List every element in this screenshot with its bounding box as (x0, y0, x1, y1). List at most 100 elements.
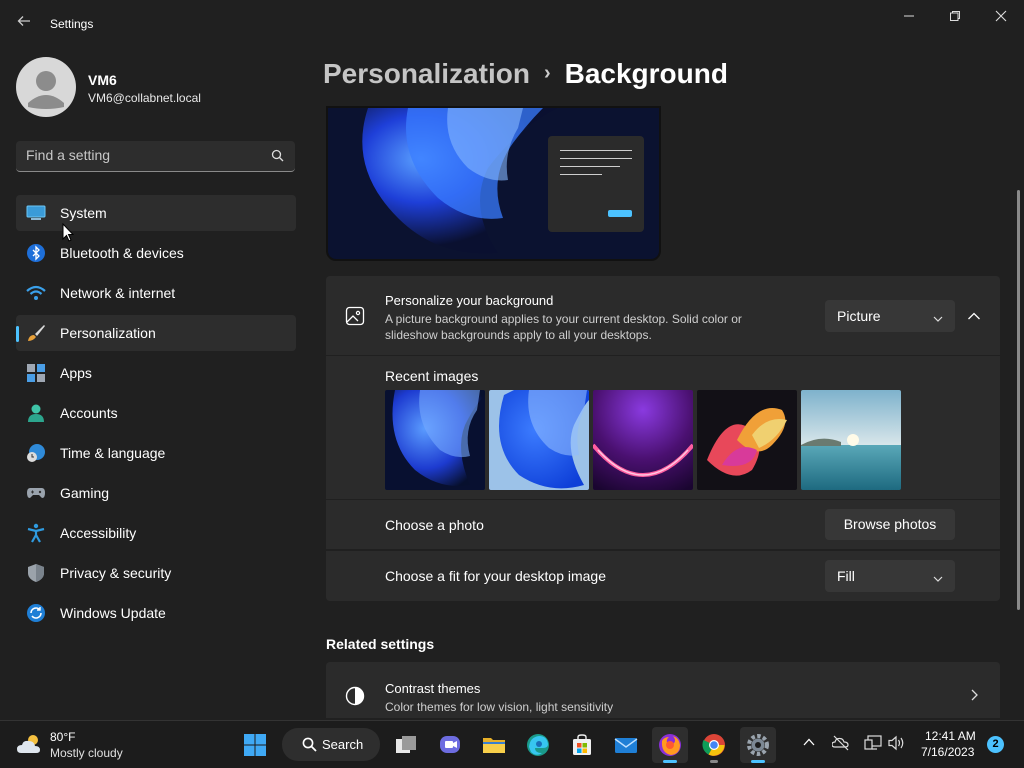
chevron-up-icon[interactable] (962, 306, 986, 326)
firefox-button[interactable] (652, 727, 688, 763)
mail-button[interactable] (608, 727, 644, 763)
sidebar-item-label: Accessibility (60, 525, 137, 541)
maximize-icon[interactable] (932, 0, 978, 32)
close-icon[interactable] (978, 0, 1024, 32)
choose-photo-row: Choose a photo Browse photos (326, 500, 1000, 549)
taskbar-search-label: Search (322, 737, 364, 752)
edge-button[interactable] (520, 727, 556, 763)
notification-badge[interactable]: 2 (987, 736, 1004, 753)
task-view-button[interactable] (388, 727, 424, 763)
weather-temperature[interactable]: 80°F (50, 730, 75, 744)
taskbar-search[interactable]: Search (282, 728, 380, 761)
onedrive-offline-icon[interactable] (831, 735, 850, 756)
card-description: Color themes for low vision, light sensi… (385, 700, 614, 714)
search-input[interactable] (26, 147, 256, 163)
folder-icon (483, 738, 505, 753)
shield-icon (26, 563, 46, 583)
sidebar-item-time-language[interactable]: Time & language (16, 435, 296, 471)
chevron-down-icon (933, 571, 943, 589)
teams-chat-icon (440, 736, 460, 753)
running-indicator (710, 760, 718, 763)
sidebar-item-accessibility[interactable]: Accessibility (16, 515, 296, 551)
profile-name: VM6 (88, 72, 117, 88)
sidebar-item-label: System (60, 205, 107, 221)
dropdown-value: Picture (837, 308, 881, 324)
window-title: Settings (50, 17, 94, 31)
sidebar-item-bluetooth[interactable]: Bluetooth & devices (16, 235, 296, 271)
microsoft-store-button[interactable] (564, 727, 600, 763)
sidebar-item-personalization[interactable]: Personalization (16, 315, 296, 351)
settings-app-button[interactable] (740, 727, 776, 763)
sidebar-item-label: Personalization (60, 325, 156, 341)
teams-chat-button[interactable] (432, 727, 468, 763)
profile-email: VM6@collabnet.local (88, 91, 201, 105)
minimize-icon[interactable] (886, 0, 932, 32)
personalize-background-card[interactable]: Personalize your background A picture ba… (326, 276, 1000, 355)
breadcrumb-separator: › (543, 62, 551, 84)
network-icon[interactable] (864, 735, 882, 756)
chrome-button[interactable] (696, 727, 732, 763)
sidebar-item-system[interactable]: System (16, 195, 296, 231)
wifi-icon (26, 283, 46, 303)
picture-icon (345, 306, 365, 331)
recent-image-thumbnail[interactable] (489, 390, 589, 490)
recent-image-thumbnail[interactable] (385, 390, 485, 490)
recent-image-thumbnail[interactable] (801, 390, 901, 490)
contrast-icon (345, 686, 365, 711)
scrollbar[interactable] (1017, 190, 1020, 610)
breadcrumb: Personalization › Background (323, 58, 728, 90)
search-icon[interactable] (271, 149, 284, 167)
sidebar-item-apps[interactable]: Apps (16, 355, 296, 391)
taskbar-clock-time[interactable]: 12:41 AM (925, 729, 976, 743)
chevron-down-icon (933, 311, 943, 329)
related-settings-heading: Related settings (326, 636, 435, 652)
cloud-icon[interactable] (16, 732, 44, 761)
card-description: A picture background applies to your cur… (385, 312, 742, 342)
store-icon (573, 734, 591, 755)
recent-image-thumbnail[interactable] (697, 390, 797, 490)
task-view-icon (396, 736, 416, 753)
firefox-icon (659, 734, 681, 756)
avatar[interactable] (16, 57, 76, 117)
accessibility-icon (26, 523, 46, 543)
sidebar-item-accounts[interactable]: Accounts (16, 395, 296, 431)
recent-images-label: Recent images (385, 368, 479, 384)
sidebar-nav: System Bluetooth & devices Network & int… (16, 195, 296, 635)
clock-globe-icon (26, 443, 46, 463)
mouse-cursor-icon (62, 222, 75, 247)
taskbar-clock-date[interactable]: 7/16/2023 (921, 745, 974, 759)
sidebar-item-network[interactable]: Network & internet (16, 275, 296, 311)
search-box[interactable] (16, 141, 295, 172)
volume-icon[interactable] (888, 735, 906, 756)
fit-dropdown[interactable]: Fill (825, 560, 955, 592)
running-indicator (663, 760, 677, 763)
sidebar-item-privacy[interactable]: Privacy & security (16, 555, 296, 591)
sidebar-item-gaming[interactable]: Gaming (16, 475, 296, 511)
sidebar-item-label: Privacy & security (60, 565, 172, 581)
sidebar-item-label: Accounts (60, 405, 118, 421)
bluetooth-icon (26, 243, 46, 263)
card-title: Contrast themes (385, 681, 481, 696)
back-arrow-icon[interactable] (12, 12, 36, 36)
choose-fit-row: Choose a fit for your desktop image Fill (326, 551, 1000, 601)
chevron-up-icon[interactable] (802, 735, 816, 754)
windows-logo-icon (244, 734, 266, 756)
browse-photos-button[interactable]: Browse photos (825, 509, 955, 540)
title-bar: Settings (0, 0, 1024, 48)
breadcrumb-parent[interactable]: Personalization (323, 58, 530, 89)
taskbar: 80°F Mostly cloudy Search 12:41 AM 7/16/… (0, 720, 1024, 768)
weather-description[interactable]: Mostly cloudy (50, 746, 123, 760)
background-type-dropdown[interactable]: Picture (825, 300, 955, 332)
contrast-themes-card[interactable]: Contrast themes Color themes for low vis… (326, 662, 1000, 718)
search-icon (302, 737, 317, 757)
preview-window (548, 136, 644, 232)
sidebar-item-label: Gaming (60, 485, 110, 501)
file-explorer-button[interactable] (476, 727, 512, 763)
dropdown-value: Fill (837, 568, 855, 584)
sidebar-item-windows-update[interactable]: Windows Update (16, 595, 296, 631)
recent-image-thumbnail[interactable] (593, 390, 693, 490)
chevron-right-icon (969, 688, 979, 706)
start-button[interactable] (237, 727, 273, 763)
chrome-icon (702, 734, 725, 756)
desktop-preview (326, 106, 661, 261)
